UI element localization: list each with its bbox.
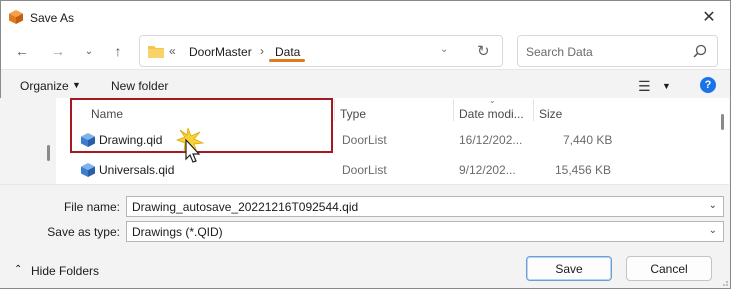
refresh-icon[interactable]: ↻ bbox=[477, 42, 490, 60]
help-icon[interactable]: ? bbox=[700, 77, 716, 93]
file-date: 9/12/202... bbox=[459, 163, 516, 177]
column-divider[interactable] bbox=[533, 99, 534, 121]
file-date: 16/12/202... bbox=[459, 133, 523, 147]
navigation-pane-scrollbar[interactable] bbox=[47, 145, 50, 161]
hide-folders-button[interactable]: Hide Folders bbox=[31, 264, 99, 278]
savetype-select[interactable]: Drawings (*.QID) ⌄ bbox=[126, 221, 724, 242]
command-bar: Organize ▼ New folder ☰ ▼ ? bbox=[1, 69, 730, 99]
chevron-down-icon: ⌄ bbox=[84, 45, 94, 57]
qid-file-icon bbox=[81, 163, 95, 177]
app-cube-icon bbox=[9, 10, 23, 24]
forward-button[interactable]: → bbox=[48, 41, 68, 61]
column-header-date[interactable]: Date modi... bbox=[459, 107, 524, 121]
file-size: 7,440 KB bbox=[563, 133, 613, 147]
column-divider[interactable] bbox=[453, 99, 454, 121]
resize-grip-icon[interactable] bbox=[719, 277, 729, 287]
arrow-right-icon: → bbox=[51, 43, 65, 59]
search-icon[interactable] bbox=[693, 44, 707, 58]
click-cursor-icon bbox=[175, 127, 205, 163]
file-size: 15,456 KB bbox=[555, 163, 612, 177]
filename-dropdown-icon[interactable]: ⌄ bbox=[709, 200, 717, 211]
list-item[interactable]: Universals.qid DoorList 9/12/202... 15,4… bbox=[72, 156, 717, 182]
arrow-left-icon: ← bbox=[15, 43, 29, 59]
file-type: DoorList bbox=[342, 163, 387, 177]
save-button[interactable]: Save bbox=[526, 256, 612, 281]
view-list-icon[interactable]: ☰ bbox=[638, 78, 651, 95]
search-placeholder: Search Data bbox=[526, 45, 593, 59]
file-type: DoorList bbox=[342, 133, 387, 147]
column-header-type[interactable]: Type bbox=[340, 107, 366, 121]
breadcrumb-data[interactable]: Data bbox=[275, 45, 300, 59]
savetype-dropdown-icon[interactable]: ⌄ bbox=[709, 225, 717, 236]
savetype-label: Save as type: bbox=[47, 225, 120, 239]
sort-indicator-icon: ⌄ bbox=[489, 96, 496, 105]
savetype-value: Drawings (*.QID) bbox=[132, 225, 223, 239]
chevron-up-icon[interactable]: ⌃ bbox=[14, 264, 22, 275]
breadcrumb-separator-icon[interactable]: › bbox=[260, 44, 264, 58]
back-button[interactable]: ← bbox=[12, 41, 32, 61]
recent-locations-button[interactable]: ⌄ bbox=[79, 41, 99, 61]
chevron-double-left-icon[interactable]: « bbox=[169, 44, 176, 58]
navigation-bar: ← → ⌄ ↑ « DoorMaster › Data ⌄ ↻ Search D… bbox=[1, 33, 730, 69]
breadcrumb-underline bbox=[269, 59, 305, 62]
column-divider[interactable] bbox=[334, 99, 335, 121]
filename-field[interactable]: Drawing_autosave_20221216T092544.qid ⌄ bbox=[126, 196, 724, 217]
address-bar[interactable]: « DoorMaster › Data ⌄ ↻ bbox=[139, 35, 503, 67]
breadcrumb-doormaster[interactable]: DoorMaster bbox=[189, 45, 252, 59]
title-bar: Save As ✕ bbox=[1, 1, 730, 33]
cancel-button[interactable]: Cancel bbox=[626, 256, 712, 281]
folder-icon bbox=[148, 46, 164, 58]
filename-value: Drawing_autosave_20221216T092544.qid bbox=[132, 200, 359, 214]
close-icon: ✕ bbox=[702, 9, 716, 26]
new-folder-button[interactable]: New folder bbox=[111, 79, 168, 93]
organize-button[interactable]: Organize bbox=[20, 79, 69, 93]
address-dropdown-icon[interactable]: ⌄ bbox=[440, 44, 448, 55]
arrow-up-icon: ↑ bbox=[114, 43, 122, 59]
caret-down-icon[interactable]: ▼ bbox=[72, 80, 81, 90]
up-button[interactable]: ↑ bbox=[108, 41, 128, 61]
view-caret-down-icon[interactable]: ▼ bbox=[662, 81, 671, 91]
file-list-scrollbar[interactable] bbox=[721, 114, 724, 130]
column-header-size[interactable]: Size bbox=[539, 107, 562, 121]
filename-label: File name: bbox=[63, 200, 120, 214]
navigation-pane bbox=[0, 98, 56, 184]
search-box[interactable]: Search Data bbox=[517, 35, 718, 67]
close-button[interactable]: ✕ bbox=[688, 1, 730, 33]
window-title: Save As bbox=[30, 11, 75, 25]
file-name: Universals.qid bbox=[99, 163, 175, 177]
